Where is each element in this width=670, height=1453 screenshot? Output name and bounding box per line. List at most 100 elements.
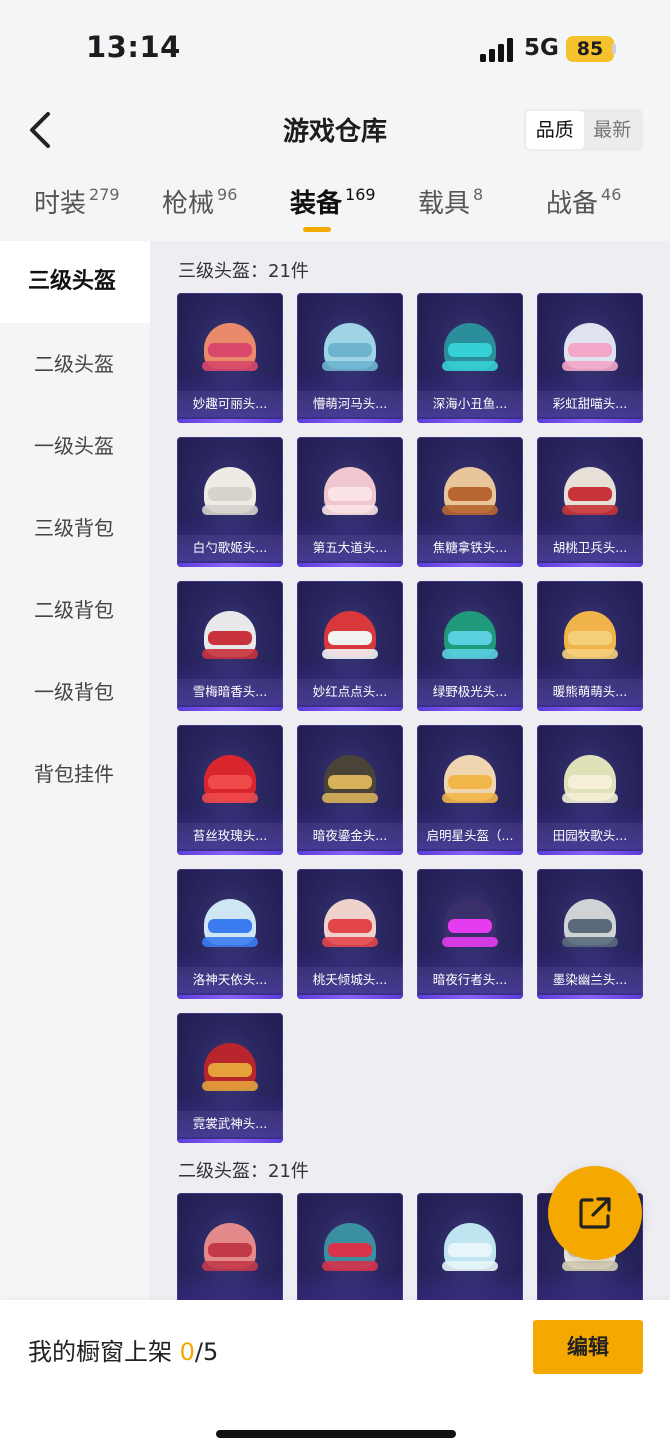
item-card[interactable]: 苔丝玫瑰头... (177, 725, 283, 855)
sidebar-item-level3-helmet[interactable]: 三级头盔 (0, 241, 150, 323)
helmet-icon (200, 317, 260, 379)
tab-vehicles[interactable]: 载具 8 (418, 183, 483, 220)
home-indicator[interactable] (216, 1430, 456, 1438)
item-card[interactable]: 暗夜鎏金头... (297, 725, 403, 855)
tab-count: 169 (345, 185, 376, 204)
item-card[interactable]: 绿野极光头... (417, 581, 523, 711)
item-name: 田园牧歌头... (537, 823, 643, 849)
tab-label: 枪械 (162, 189, 215, 219)
sort-by-quality[interactable]: 品质 (526, 111, 584, 149)
helmet-icon (440, 605, 500, 667)
item-card[interactable]: 田园牧歌头... (537, 725, 643, 855)
sidebar-item-level1-helmet[interactable]: 一级头盔 (0, 405, 150, 487)
item-name: 彩虹甜喵头... (537, 391, 643, 417)
item-card[interactable]: 彩虹甜喵头... (537, 293, 643, 423)
network-type: 5G (524, 35, 559, 61)
item-name: 白勺歌姬头... (177, 535, 283, 561)
helmet-icon (560, 893, 620, 955)
tab-count: 279 (89, 185, 120, 204)
item-card[interactable] (417, 1193, 523, 1301)
shelf-label: 我的橱窗上架 (28, 1338, 172, 1366)
item-name: 暗夜行者头... (417, 967, 523, 993)
share-button[interactable] (548, 1166, 642, 1260)
item-card[interactable]: 深海小丑鱼... (417, 293, 523, 423)
tab-equipment[interactable]: 装备 169 (290, 183, 376, 220)
shelf-total: /5 (194, 1338, 219, 1366)
item-name: 暖熊萌萌头... (537, 679, 643, 705)
item-name: 苔丝玫瑰头... (177, 823, 283, 849)
tab-count: 8 (473, 185, 484, 204)
item-name: 霓裳武神头... (177, 1111, 283, 1137)
tab-label: 战备 (546, 189, 599, 219)
helmet-icon (320, 749, 380, 811)
item-name: 雪梅暗香头... (177, 679, 283, 705)
item-card[interactable]: 洛神天依头... (177, 869, 283, 999)
item-card[interactable]: 焦糖拿铁头... (417, 437, 523, 567)
item-card[interactable]: 雪梅暗香头... (177, 581, 283, 711)
sort-by-newest[interactable]: 最新 (584, 111, 642, 149)
shelf-status: 我的橱窗上架 0/5 (28, 1332, 218, 1367)
helmet-icon (440, 461, 500, 523)
helmet-icon (320, 1217, 380, 1279)
helmet-icon (200, 461, 260, 523)
sidebar: 三级头盔 二级头盔 一级头盔 三级背包 二级背包 一级背包 背包挂件 (0, 241, 150, 1301)
share-icon (579, 1197, 611, 1229)
helmet-icon (200, 1217, 260, 1279)
tab-label: 时装 (34, 189, 87, 219)
item-list[interactable]: 三级头盔：21件 妙趣可丽头... 懵萌河马头... 深海小丑鱼... 彩虹甜喵头..… (150, 241, 670, 1301)
item-name: 妙趣可丽头... (177, 391, 283, 417)
helmet-icon (440, 893, 500, 955)
item-card[interactable] (177, 1193, 283, 1301)
sort-toggle[interactable]: 品质 最新 (524, 109, 643, 151)
item-card[interactable]: 妙趣可丽头... (177, 293, 283, 423)
item-card[interactable]: 胡桃卫兵头... (537, 437, 643, 567)
tab-weapons[interactable]: 枪械 96 (162, 183, 237, 220)
helmet-icon (320, 893, 380, 955)
sidebar-item-level2-backpack[interactable]: 二级背包 (0, 569, 150, 651)
item-card[interactable]: 桃夭倾城头... (297, 869, 403, 999)
item-card[interactable]: 妙红点点头... (297, 581, 403, 711)
item-name: 启明星头盔（... (417, 823, 523, 849)
item-card[interactable] (297, 1193, 403, 1301)
item-card[interactable]: 霓裳武神头... (177, 1013, 283, 1143)
tab-label: 装备 (290, 189, 343, 219)
helmet-icon (200, 749, 260, 811)
sidebar-item-backpack-pendant[interactable]: 背包挂件 (0, 733, 150, 815)
item-name: 桃夭倾城头... (297, 967, 403, 993)
item-card[interactable]: 墨染幽兰头... (537, 869, 643, 999)
helmet-icon (560, 605, 620, 667)
helmet-icon (560, 461, 620, 523)
helmet-icon (320, 461, 380, 523)
helmet-icon (440, 749, 500, 811)
item-name: 洛神天依头... (177, 967, 283, 993)
tab-label: 载具 (418, 189, 471, 219)
helmet-icon (440, 1217, 500, 1279)
helmet-icon (560, 749, 620, 811)
helmet-icon (440, 317, 500, 379)
item-card[interactable]: 懵萌河马头... (297, 293, 403, 423)
item-name: 深海小丑鱼... (417, 391, 523, 417)
shelf-current: 0 (179, 1338, 195, 1366)
battery-nub (612, 44, 616, 54)
item-name: 懵萌河马头... (297, 391, 403, 417)
tab-fashion[interactable]: 时装 279 (34, 183, 120, 220)
sidebar-item-level2-helmet[interactable]: 二级头盔 (0, 323, 150, 405)
battery-icon: 85 (566, 36, 614, 62)
helmet-icon (320, 605, 380, 667)
helmet-icon (200, 1037, 260, 1099)
item-name: 绿野极光头... (417, 679, 523, 705)
status-time: 13:14 (86, 30, 181, 64)
tab-supplies[interactable]: 战备 46 (546, 183, 621, 220)
item-card[interactable]: 启明星头盔（... (417, 725, 523, 855)
sidebar-item-level1-backpack[interactable]: 一级背包 (0, 651, 150, 733)
helmet-icon (200, 893, 260, 955)
sidebar-item-level3-backpack[interactable]: 三级背包 (0, 487, 150, 569)
item-card[interactable]: 白勺歌姬头... (177, 437, 283, 567)
item-card[interactable]: 暗夜行者头... (417, 869, 523, 999)
item-card[interactable]: 暖熊萌萌头... (537, 581, 643, 711)
category-tabs: 时装 279 枪械 96 装备 169 载具 8 战备 46 (0, 183, 670, 239)
item-name: 妙红点点头... (297, 679, 403, 705)
item-card[interactable]: 第五大道头... (297, 437, 403, 567)
edit-button[interactable]: 编辑 (533, 1320, 643, 1374)
signal-icon (480, 38, 516, 62)
